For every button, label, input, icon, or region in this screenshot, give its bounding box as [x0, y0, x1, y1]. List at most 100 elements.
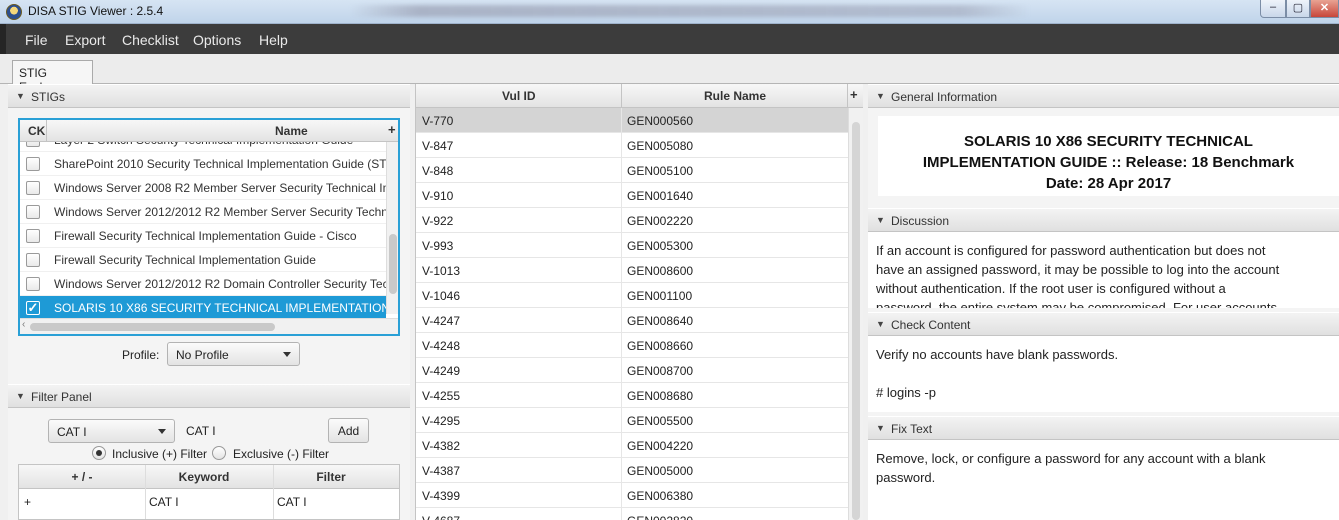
- vul-row[interactable]: V-4295 GEN005500: [416, 408, 848, 433]
- column-divider: [621, 84, 622, 108]
- column-header-keyword[interactable]: Keyword: [145, 470, 263, 484]
- maximize-button[interactable]: ▢: [1286, 0, 1310, 18]
- menu-file[interactable]: File: [25, 32, 48, 48]
- minimize-button[interactable]: –: [1260, 0, 1286, 18]
- discussion-title: Discussion: [891, 214, 950, 228]
- scroll-left-icon[interactable]: ‹: [22, 319, 25, 330]
- discussion-header[interactable]: ▼ Discussion: [868, 208, 1339, 232]
- vul-row[interactable]: V-848 GEN005100: [416, 158, 848, 183]
- details-pane: ▼ General Information SOLARIS 10 X86 SEC…: [868, 84, 1339, 520]
- profile-select[interactable]: No Profile: [167, 342, 300, 366]
- menu-help[interactable]: Help: [259, 32, 288, 48]
- column-header-ck[interactable]: CK: [28, 124, 45, 138]
- vul-id-cell: V-4382: [422, 439, 461, 453]
- fix-text-header[interactable]: ▼ Fix Text: [868, 416, 1339, 440]
- check-content-title: Check Content: [891, 318, 971, 332]
- menu-checklist[interactable]: Checklist: [122, 32, 179, 48]
- column-header-sign[interactable]: + / -: [19, 470, 145, 484]
- filter-table: + / - Keyword Filter + CAT I CAT I: [18, 464, 400, 520]
- stig-checkbox[interactable]: [26, 229, 40, 243]
- vul-id-cell: V-4687: [422, 514, 460, 520]
- stig-checkbox[interactable]: [26, 181, 40, 195]
- blurred-title-text: [350, 5, 1030, 17]
- vul-row[interactable]: V-4247 GEN008640: [416, 308, 848, 333]
- vul-row[interactable]: V-4382 GEN004220: [416, 433, 848, 458]
- vul-id-cell: V-1046: [422, 289, 461, 303]
- rule-name-cell: GEN008600: [627, 264, 694, 278]
- stig-row[interactable]: Windows Server 2012/2012 R2 Member Serve…: [20, 200, 386, 224]
- stig-checkbox[interactable]: [26, 205, 40, 219]
- stig-heading-line: Date: 28 Apr 2017: [1045, 175, 1172, 192]
- vul-row[interactable]: V-770 GEN000560: [416, 108, 848, 133]
- stigs-vertical-scrollbar[interactable]: [386, 142, 398, 314]
- menu-options[interactable]: Options: [193, 32, 241, 48]
- column-divider: [621, 383, 622, 408]
- vul-row[interactable]: V-847 GEN005080: [416, 133, 848, 158]
- column-header-rule-name[interactable]: Rule Name: [704, 89, 766, 103]
- add-column-icon[interactable]: +: [850, 87, 858, 102]
- vul-row[interactable]: V-1046 GEN001100: [416, 283, 848, 308]
- stigs-table[interactable]: Layer 2 Switch Security Technical Implem…: [18, 118, 400, 336]
- vul-id-cell: V-848: [422, 164, 454, 178]
- column-header-name[interactable]: Name: [275, 124, 308, 138]
- vul-row[interactable]: V-1013 GEN008600: [416, 258, 848, 283]
- stig-name: Windows Server 2012/2012 R2 Member Serve…: [54, 205, 386, 219]
- vul-row[interactable]: V-4255 GEN008680: [416, 383, 848, 408]
- column-divider: [621, 483, 622, 508]
- vul-id-cell: V-922: [422, 214, 454, 228]
- add-column-icon[interactable]: +: [388, 122, 396, 137]
- stig-row[interactable]: ✓ SOLARIS 10 X86 SECURITY TECHNICAL IMPLE…: [20, 296, 386, 320]
- scroll-thumb[interactable]: [389, 234, 397, 294]
- category-select[interactable]: CAT I: [48, 419, 175, 443]
- stig-checkbox[interactable]: [26, 253, 40, 267]
- vul-row[interactable]: V-4249 GEN008700: [416, 358, 848, 383]
- stigs-horizontal-scrollbar[interactable]: ‹: [20, 318, 398, 334]
- vul-row[interactable]: V-910 GEN001640: [416, 183, 848, 208]
- scroll-thumb[interactable]: [30, 323, 275, 331]
- vul-id-cell: V-4247: [422, 314, 461, 328]
- filter-panel-header[interactable]: ▼ Filter Panel: [8, 384, 410, 408]
- collapse-triangle-icon: ▼: [876, 215, 885, 225]
- vul-row[interactable]: V-4399 GEN006380: [416, 483, 848, 508]
- stigs-panel-header[interactable]: ▼ STIGs: [8, 84, 410, 108]
- tab-stig-explorer[interactable]: STIG Explorer: [12, 60, 93, 94]
- add-filter-button[interactable]: Add: [328, 418, 369, 443]
- rule-name-cell: GEN005300: [627, 239, 694, 253]
- stig-row[interactable]: Windows Server 2012/2012 R2 Domain Contr…: [20, 272, 386, 296]
- fix-text-box: Remove, lock, or configure a password fo…: [868, 440, 1339, 520]
- column-divider: [145, 465, 146, 519]
- vul-row[interactable]: V-4387 GEN005000: [416, 458, 848, 483]
- general-info-header[interactable]: ▼ General Information: [868, 84, 1339, 108]
- stig-row[interactable]: SharePoint 2010 Security Technical Imple…: [20, 152, 386, 176]
- app-logo-icon: [6, 4, 22, 20]
- vul-row[interactable]: V-922 GEN002220: [416, 208, 848, 233]
- column-header-vul-id[interactable]: Vul ID: [502, 89, 536, 103]
- vul-row[interactable]: V-4687 GEN002820: [416, 508, 848, 520]
- stig-row[interactable]: Firewall Security Technical Implementati…: [20, 224, 386, 248]
- vul-vertical-scrollbar[interactable]: [848, 108, 863, 520]
- check-content-box: Verify no accounts have blank passwords.…: [868, 336, 1339, 412]
- column-divider: [621, 108, 622, 133]
- scroll-thumb[interactable]: [852, 122, 860, 520]
- vul-id-cell: V-4255: [422, 389, 461, 403]
- filter-row-filter[interactable]: CAT I: [277, 495, 307, 509]
- stig-row[interactable]: Firewall Security Technical Implementati…: [20, 248, 386, 272]
- column-header-filter[interactable]: Filter: [263, 470, 399, 484]
- stig-checkbox[interactable]: [26, 157, 40, 171]
- exclusive-filter-radio[interactable]: [212, 446, 226, 460]
- stig-checkbox[interactable]: ✓: [26, 301, 40, 315]
- inclusive-filter-radio[interactable]: [92, 446, 106, 460]
- vul-id-cell: V-1013: [422, 264, 461, 278]
- vulnerability-list-pane: Vul ID Rule Name + V-770 GEN000560 V-847 GE…: [415, 84, 863, 520]
- vul-row[interactable]: V-4248 GEN008660: [416, 333, 848, 358]
- menu-export[interactable]: Export: [65, 32, 105, 48]
- check-content-header[interactable]: ▼ Check Content: [868, 312, 1339, 336]
- stig-row[interactable]: Windows Server 2008 R2 Member Server Sec…: [20, 176, 386, 200]
- column-divider: [621, 283, 622, 308]
- filter-row-keyword[interactable]: CAT I: [149, 495, 179, 509]
- stig-checkbox[interactable]: [26, 277, 40, 291]
- filter-row-sign[interactable]: +: [24, 495, 31, 509]
- close-button[interactable]: ✕: [1310, 0, 1339, 18]
- vul-row[interactable]: V-993 GEN005300: [416, 233, 848, 258]
- column-divider: [273, 465, 274, 519]
